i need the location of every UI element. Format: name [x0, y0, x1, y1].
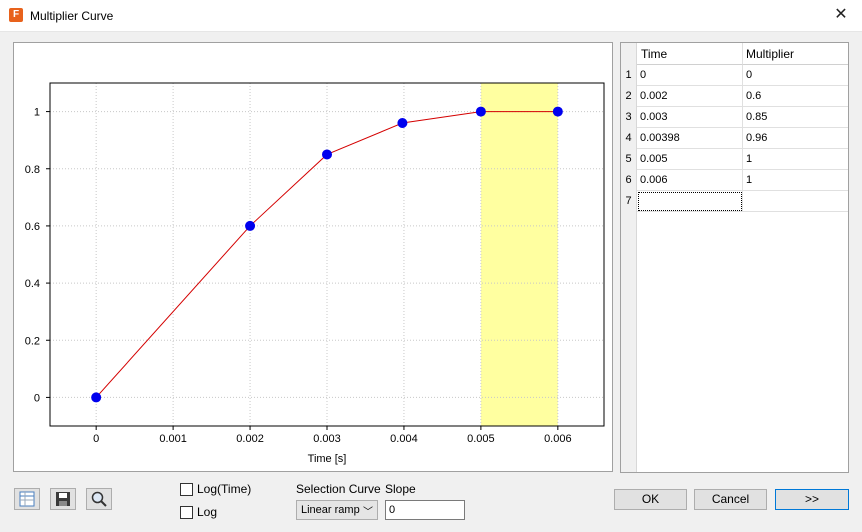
x-tick-label: 0.002	[236, 433, 264, 445]
title-bar: F Multiplier Curve ✕	[0, 0, 862, 32]
time-cell[interactable]: 0.005	[637, 149, 743, 170]
time-cell[interactable]: 0.006	[637, 170, 743, 191]
slope-input[interactable]: 0	[385, 500, 465, 520]
table-row: 3 0.003 0.85	[621, 107, 848, 128]
y-tick-label: 0	[34, 392, 40, 404]
column-header-time[interactable]: Time	[637, 43, 743, 65]
data-point	[397, 118, 408, 129]
time-cell[interactable]: 0	[637, 65, 743, 86]
save-button[interactable]	[50, 488, 76, 510]
data-point	[322, 149, 332, 160]
app-icon: F	[9, 8, 23, 22]
table-button[interactable]	[14, 488, 40, 510]
x-tick-label: 0.001	[159, 433, 187, 445]
chart-panel: 0 0.001 0.002 0.003 0.004 0.005 0.006 0 0.2 0.4 0.…	[13, 42, 613, 472]
close-icon[interactable]: ✕	[830, 4, 852, 26]
chevron-down-icon: ﹀	[363, 507, 373, 518]
slope-label: Slope	[385, 482, 416, 496]
zoom-button[interactable]	[86, 488, 112, 510]
data-table: Time Multiplier 1 0 0 2 0.002 0.6 3 0.003 0.85 4 0…	[620, 42, 849, 473]
x-tick-label: 0.003	[313, 433, 341, 445]
row-number: 2	[625, 90, 632, 102]
row-number: 4	[625, 132, 632, 144]
data-point	[245, 220, 256, 231]
data-point	[475, 106, 486, 117]
row-number: 7	[625, 195, 632, 207]
time-cell[interactable]: 0.003	[637, 107, 743, 128]
y-tick-label: 1	[34, 107, 40, 119]
multiplier-chart: 0 0.001 0.002 0.003 0.004 0.005 0.006 0 0.2 0.4 0.…	[25, 82, 605, 465]
y-tick-label: 0.8	[25, 164, 40, 176]
time-cell[interactable]: 0.00398	[637, 128, 743, 149]
data-point	[552, 106, 563, 117]
table-icon	[19, 491, 35, 507]
multiplier-cell[interactable]	[743, 191, 848, 212]
x-tick-label: 0.006	[544, 433, 572, 445]
row-number: 3	[625, 111, 632, 123]
multiplier-cell[interactable]: 0.96	[743, 128, 848, 149]
log-time-check[interactable]	[180, 483, 193, 496]
table-row: 4 0.00398 0.96	[621, 128, 848, 149]
table-header: Time Multiplier	[621, 43, 848, 65]
table-row: 6 0.006 1	[621, 170, 848, 191]
multiplier-cell[interactable]: 0	[743, 65, 848, 86]
log-time-label: Log(Time)	[197, 482, 252, 496]
x-tick-label: 0	[93, 433, 99, 445]
table-row: 100	[621, 65, 848, 86]
log-label: Log	[197, 505, 218, 519]
y-tick-label: 0.4	[25, 278, 40, 290]
row-number: 6	[625, 174, 632, 186]
row-number: 5	[625, 153, 632, 165]
y-tick-label: 0.6	[25, 221, 40, 233]
row-number: 1	[625, 69, 632, 81]
highlight-band	[480, 83, 558, 426]
time-cell[interactable]	[637, 191, 743, 212]
window-title: Multiplier Curve	[30, 9, 114, 23]
x-axis-label: Time [s]	[308, 453, 347, 465]
zoom-icon	[91, 491, 107, 507]
multiplier-cell[interactable]: 0.85	[743, 107, 848, 128]
selection-curve-dropdown[interactable]: Linear ramp ﹀	[296, 500, 378, 520]
slope-value: 0	[389, 504, 396, 516]
selection-curve-value: Linear ramp	[301, 504, 360, 516]
table-row: 5 0.005 1	[621, 149, 848, 170]
save-icon	[56, 492, 70, 506]
y-tick-label: 0.2	[25, 335, 40, 347]
selection-curve-label: Selection Curve	[296, 482, 381, 496]
ok-button[interactable]: OK	[614, 489, 687, 510]
time-cell[interactable]: 0.002	[637, 86, 743, 107]
column-header-multiplier[interactable]: Multiplier	[743, 43, 848, 65]
multiplier-cell[interactable]: 0.6	[743, 86, 848, 107]
next-button[interactable]: >>	[775, 489, 849, 510]
multiplier-cell[interactable]: 1	[743, 170, 848, 191]
table-row: 2 0.002 0.6	[621, 86, 848, 107]
table-row: 7	[621, 191, 848, 212]
x-tick-label: 0.004	[390, 433, 418, 445]
x-tick-label: 0.005	[467, 433, 495, 445]
data-point	[91, 392, 102, 403]
cancel-button[interactable]: Cancel	[694, 489, 767, 510]
log-check[interactable]	[180, 506, 193, 519]
multiplier-cell[interactable]: 1	[743, 149, 848, 170]
